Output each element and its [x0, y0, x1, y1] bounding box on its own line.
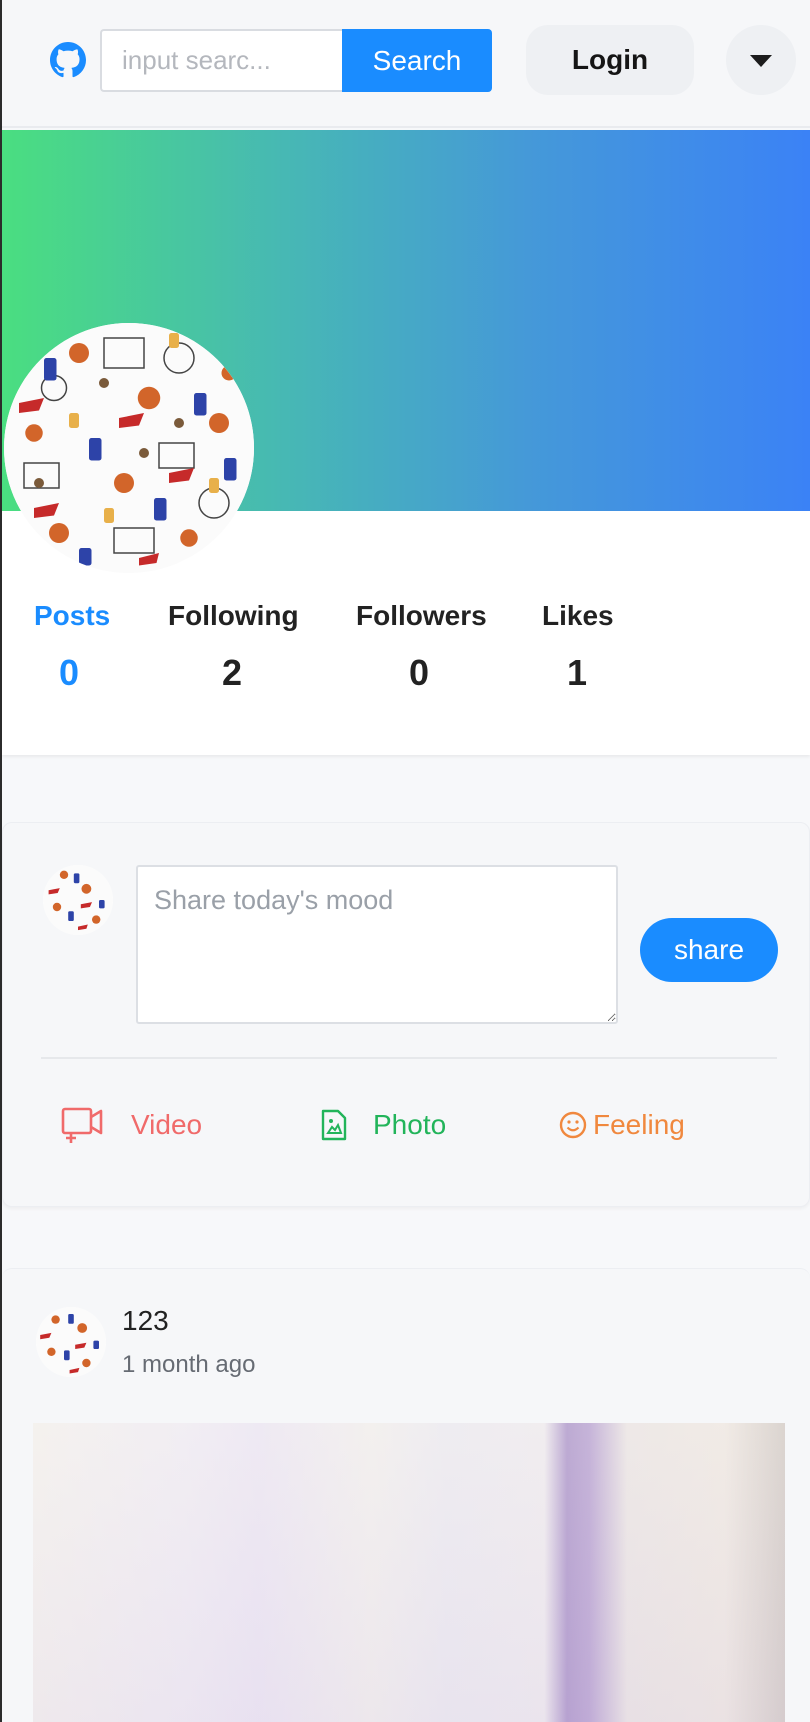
divider — [41, 1057, 777, 1059]
window-edge — [0, 0, 2, 1722]
photo-action[interactable]: Photo — [321, 1103, 446, 1147]
video-action-label: Video — [131, 1109, 203, 1140]
stat-following[interactable]: Following 2 — [168, 600, 299, 694]
profile-avatar[interactable] — [4, 323, 254, 573]
mood-textarea[interactable] — [136, 865, 618, 1024]
post-username[interactable]: 123 — [122, 1305, 169, 1337]
post-image[interactable] — [33, 1423, 785, 1722]
feeling-action[interactable]: Feeling — [559, 1103, 685, 1147]
composer-avatar — [43, 865, 113, 935]
stat-value: 2 — [221, 652, 243, 693]
login-button[interactable]: Login — [526, 25, 694, 95]
stat-label: Followers — [356, 600, 487, 631]
caret-down-icon — [750, 55, 772, 67]
profile-card: Posts 0 Following 2 Followers 0 Likes 1 — [2, 130, 810, 755]
stat-followers[interactable]: Followers 0 — [356, 600, 487, 694]
share-button[interactable]: share — [640, 918, 778, 982]
basketball-pattern-avatar — [4, 323, 254, 573]
photo-action-label: Photo — [373, 1109, 447, 1140]
post-timestamp: 1 month ago — [122, 1351, 256, 1378]
search-input[interactable] — [100, 29, 342, 92]
stat-value: 0 — [58, 652, 80, 693]
image-file-icon — [321, 1109, 347, 1141]
post-avatar[interactable] — [36, 1307, 106, 1377]
video-action[interactable]: Video — [61, 1103, 202, 1147]
profile-stats: Posts 0 Following 2 Followers 0 Likes 1 — [2, 600, 810, 720]
menu-dropdown-button[interactable] — [726, 25, 796, 95]
basketball-pattern-avatar — [36, 1307, 106, 1377]
search-button[interactable]: Search — [342, 29, 492, 92]
stat-value: 1 — [566, 652, 588, 693]
top-navbar: Search Login — [2, 0, 810, 128]
stat-value: 0 — [408, 652, 430, 693]
stat-label: Posts — [34, 600, 111, 631]
stat-label: Following — [168, 600, 299, 631]
post-card: 123 1 month ago — [2, 1268, 810, 1722]
video-icon — [61, 1107, 103, 1143]
stat-posts[interactable]: Posts 0 — [34, 600, 111, 694]
github-icon[interactable] — [50, 42, 86, 78]
post-composer: share Video Photo Feeling — [2, 822, 810, 1207]
smile-icon — [559, 1111, 587, 1139]
feeling-action-label: Feeling — [593, 1109, 685, 1140]
stat-likes[interactable]: Likes 1 — [542, 600, 614, 694]
stat-label: Likes — [542, 600, 614, 631]
basketball-pattern-avatar — [43, 865, 113, 935]
